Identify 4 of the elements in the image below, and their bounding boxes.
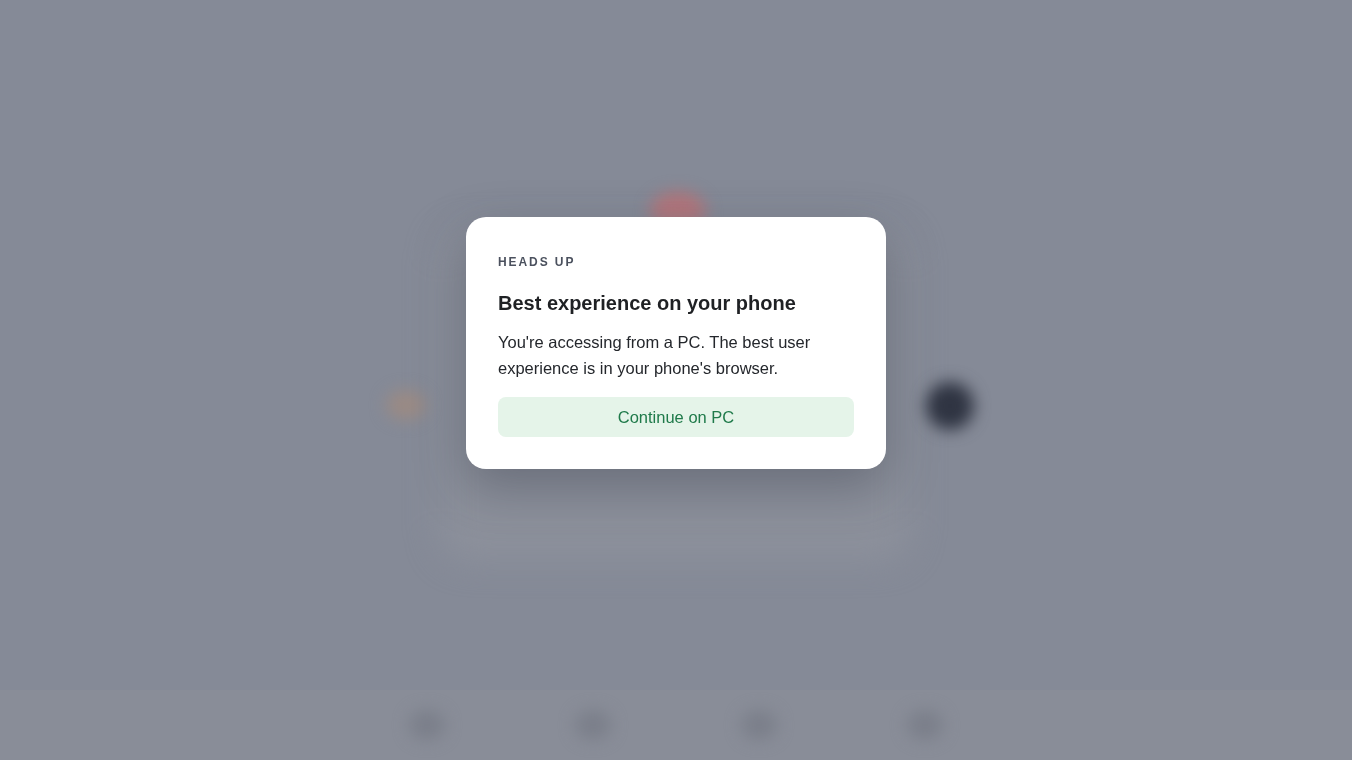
continue-button[interactable]: Continue on PC xyxy=(498,397,854,437)
dialog-message: You're accessing from a PC. The best user experience is in your phone's browser. xyxy=(498,332,812,379)
dialog-title: Best experience on your phone xyxy=(498,291,797,316)
dialog-eyebrow: HEADS UP xyxy=(498,254,577,271)
